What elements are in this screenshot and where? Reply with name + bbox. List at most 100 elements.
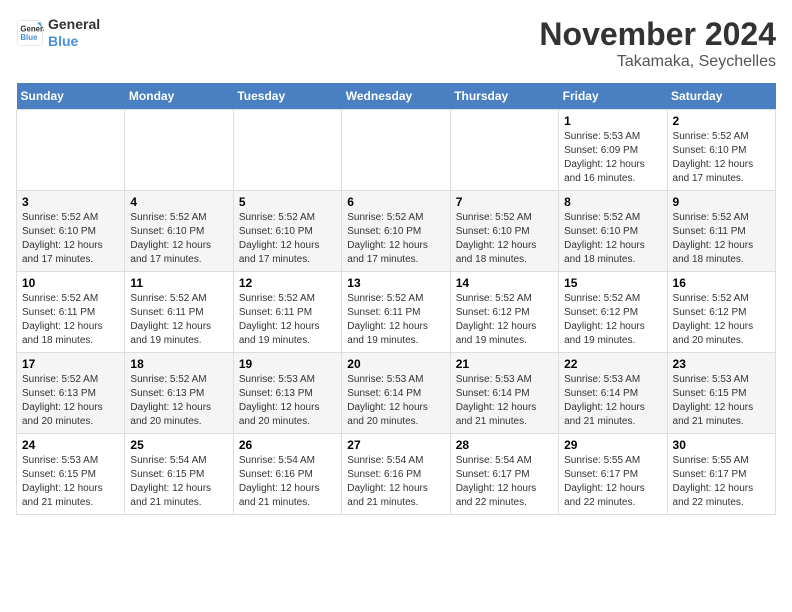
- day-info: Sunrise: 5:52 AM Sunset: 6:10 PM Dayligh…: [564, 211, 661, 267]
- day-info: Sunrise: 5:52 AM Sunset: 6:11 PM Dayligh…: [130, 292, 227, 348]
- day-info: Sunrise: 5:52 AM Sunset: 6:13 PM Dayligh…: [22, 373, 119, 429]
- day-info: Sunrise: 5:52 AM Sunset: 6:10 PM Dayligh…: [130, 211, 227, 267]
- day-info: Sunrise: 5:54 AM Sunset: 6:16 PM Dayligh…: [239, 454, 336, 510]
- calendar-cell: 7 Sunrise: 5:52 AM Sunset: 6:10 PM Daylig…: [450, 191, 558, 272]
- day-info: Sunrise: 5:53 AM Sunset: 6:14 PM Dayligh…: [456, 373, 553, 429]
- day-number: 28: [456, 438, 553, 452]
- calendar-cell: 27 Sunrise: 5:54 AM Sunset: 6:16 PM Dayli…: [342, 434, 450, 515]
- day-number: 10: [22, 276, 119, 290]
- day-number: 21: [456, 357, 553, 371]
- calendar-table: SundayMondayTuesdayWednesdayThursdayFrid…: [16, 83, 776, 515]
- calendar-body: 1 Sunrise: 5:53 AM Sunset: 6:09 PM Daylig…: [17, 110, 776, 515]
- day-info: Sunrise: 5:52 AM Sunset: 6:12 PM Dayligh…: [456, 292, 553, 348]
- calendar-cell: 8 Sunrise: 5:52 AM Sunset: 6:10 PM Daylig…: [559, 191, 667, 272]
- day-info: Sunrise: 5:52 AM Sunset: 6:12 PM Dayligh…: [673, 292, 770, 348]
- calendar-cell: 30Sunrise: 5:55 AM Sunset: 6:17 PM Dayli…: [667, 434, 775, 515]
- calendar-header-cell: Saturday: [667, 83, 775, 110]
- calendar-cell: 5 Sunrise: 5:52 AM Sunset: 6:10 PM Daylig…: [233, 191, 341, 272]
- calendar-cell: [450, 110, 558, 191]
- day-number: 6: [347, 195, 444, 209]
- day-number: 14: [456, 276, 553, 290]
- calendar-header-cell: Tuesday: [233, 83, 341, 110]
- day-info: Sunrise: 5:53 AM Sunset: 6:14 PM Dayligh…: [564, 373, 661, 429]
- calendar-cell: [17, 110, 125, 191]
- day-info: Sunrise: 5:52 AM Sunset: 6:10 PM Dayligh…: [456, 211, 553, 267]
- calendar-cell: 9 Sunrise: 5:52 AM Sunset: 6:11 PM Daylig…: [667, 191, 775, 272]
- calendar-cell: 19Sunrise: 5:53 AM Sunset: 6:13 PM Dayli…: [233, 353, 341, 434]
- calendar-cell: 4 Sunrise: 5:52 AM Sunset: 6:10 PM Daylig…: [125, 191, 233, 272]
- day-info: Sunrise: 5:54 AM Sunset: 6:15 PM Dayligh…: [130, 454, 227, 510]
- calendar-cell: [125, 110, 233, 191]
- day-info: Sunrise: 5:52 AM Sunset: 6:13 PM Dayligh…: [130, 373, 227, 429]
- day-number: 18: [130, 357, 227, 371]
- calendar-cell: 29 Sunrise: 5:55 AM Sunset: 6:17 PM Dayli…: [559, 434, 667, 515]
- calendar-cell: [342, 110, 450, 191]
- calendar-cell: 6 Sunrise: 5:52 AM Sunset: 6:10 PM Daylig…: [342, 191, 450, 272]
- calendar-header-cell: Monday: [125, 83, 233, 110]
- day-number: 19: [239, 357, 336, 371]
- day-number: 2: [673, 114, 770, 128]
- day-info: Sunrise: 5:55 AM Sunset: 6:17 PM Dayligh…: [564, 454, 661, 510]
- calendar-cell: 21 Sunrise: 5:53 AM Sunset: 6:14 PM Dayli…: [450, 353, 558, 434]
- calendar-week-row: 3 Sunrise: 5:52 AM Sunset: 6:10 PM Daylig…: [17, 191, 776, 272]
- calendar-cell: 25 Sunrise: 5:54 AM Sunset: 6:15 PM Dayli…: [125, 434, 233, 515]
- calendar-cell: 10Sunrise: 5:52 AM Sunset: 6:11 PM Dayli…: [17, 272, 125, 353]
- day-info: Sunrise: 5:54 AM Sunset: 6:16 PM Dayligh…: [347, 454, 444, 510]
- day-info: Sunrise: 5:53 AM Sunset: 6:14 PM Dayligh…: [347, 373, 444, 429]
- calendar-cell: 24 Sunrise: 5:53 AM Sunset: 6:15 PM Dayli…: [17, 434, 125, 515]
- day-number: 29: [564, 438, 661, 452]
- day-number: 11: [130, 276, 227, 290]
- calendar-header-row: SundayMondayTuesdayWednesdayThursdayFrid…: [17, 83, 776, 110]
- title-block: November 2024 Takamaka, Seychelles: [539, 16, 776, 71]
- day-number: 4: [130, 195, 227, 209]
- day-number: 3: [22, 195, 119, 209]
- calendar-cell: 15Sunrise: 5:52 AM Sunset: 6:12 PM Dayli…: [559, 272, 667, 353]
- calendar-week-row: 24 Sunrise: 5:53 AM Sunset: 6:15 PM Dayli…: [17, 434, 776, 515]
- calendar-cell: [233, 110, 341, 191]
- day-info: Sunrise: 5:52 AM Sunset: 6:10 PM Dayligh…: [239, 211, 336, 267]
- day-number: 15: [564, 276, 661, 290]
- day-number: 24: [22, 438, 119, 452]
- calendar-cell: 20 Sunrise: 5:53 AM Sunset: 6:14 PM Dayli…: [342, 353, 450, 434]
- day-info: Sunrise: 5:52 AM Sunset: 6:10 PM Dayligh…: [22, 211, 119, 267]
- day-number: 20: [347, 357, 444, 371]
- day-number: 25: [130, 438, 227, 452]
- location: Takamaka, Seychelles: [539, 53, 776, 71]
- day-number: 9: [673, 195, 770, 209]
- logo-icon: General Blue: [16, 19, 44, 47]
- calendar-header-cell: Thursday: [450, 83, 558, 110]
- calendar-week-row: 17Sunrise: 5:52 AM Sunset: 6:13 PM Dayli…: [17, 353, 776, 434]
- calendar-cell: 26 Sunrise: 5:54 AM Sunset: 6:16 PM Dayli…: [233, 434, 341, 515]
- day-info: Sunrise: 5:53 AM Sunset: 6:15 PM Dayligh…: [673, 373, 770, 429]
- calendar-cell: 2Sunrise: 5:52 AM Sunset: 6:10 PM Daylig…: [667, 110, 775, 191]
- day-info: Sunrise: 5:52 AM Sunset: 6:11 PM Dayligh…: [673, 211, 770, 267]
- day-number: 12: [239, 276, 336, 290]
- calendar-cell: 22Sunrise: 5:53 AM Sunset: 6:14 PM Dayli…: [559, 353, 667, 434]
- day-info: Sunrise: 5:52 AM Sunset: 6:11 PM Dayligh…: [239, 292, 336, 348]
- calendar-header-cell: Wednesday: [342, 83, 450, 110]
- calendar-cell: 18 Sunrise: 5:52 AM Sunset: 6:13 PM Dayli…: [125, 353, 233, 434]
- day-number: 16: [673, 276, 770, 290]
- day-info: Sunrise: 5:52 AM Sunset: 6:10 PM Dayligh…: [347, 211, 444, 267]
- calendar-week-row: 1 Sunrise: 5:53 AM Sunset: 6:09 PM Daylig…: [17, 110, 776, 191]
- day-info: Sunrise: 5:53 AM Sunset: 6:09 PM Dayligh…: [564, 130, 661, 186]
- day-number: 13: [347, 276, 444, 290]
- calendar-cell: 12 Sunrise: 5:52 AM Sunset: 6:11 PM Dayli…: [233, 272, 341, 353]
- day-number: 8: [564, 195, 661, 209]
- day-number: 27: [347, 438, 444, 452]
- day-number: 26: [239, 438, 336, 452]
- day-number: 5: [239, 195, 336, 209]
- calendar-cell: 11 Sunrise: 5:52 AM Sunset: 6:11 PM Dayli…: [125, 272, 233, 353]
- calendar-cell: 28Sunrise: 5:54 AM Sunset: 6:17 PM Dayli…: [450, 434, 558, 515]
- calendar-cell: 1 Sunrise: 5:53 AM Sunset: 6:09 PM Daylig…: [559, 110, 667, 191]
- day-number: 1: [564, 114, 661, 128]
- calendar-cell: 3 Sunrise: 5:52 AM Sunset: 6:10 PM Daylig…: [17, 191, 125, 272]
- calendar-cell: 14 Sunrise: 5:52 AM Sunset: 6:12 PM Dayli…: [450, 272, 558, 353]
- day-number: 7: [456, 195, 553, 209]
- calendar-cell: 13Sunrise: 5:52 AM Sunset: 6:11 PM Dayli…: [342, 272, 450, 353]
- month-title: November 2024: [539, 16, 776, 53]
- day-info: Sunrise: 5:53 AM Sunset: 6:15 PM Dayligh…: [22, 454, 119, 510]
- day-number: 30: [673, 438, 770, 452]
- logo: General Blue General Blue: [16, 16, 100, 50]
- calendar-cell: 23Sunrise: 5:53 AM Sunset: 6:15 PM Dayli…: [667, 353, 775, 434]
